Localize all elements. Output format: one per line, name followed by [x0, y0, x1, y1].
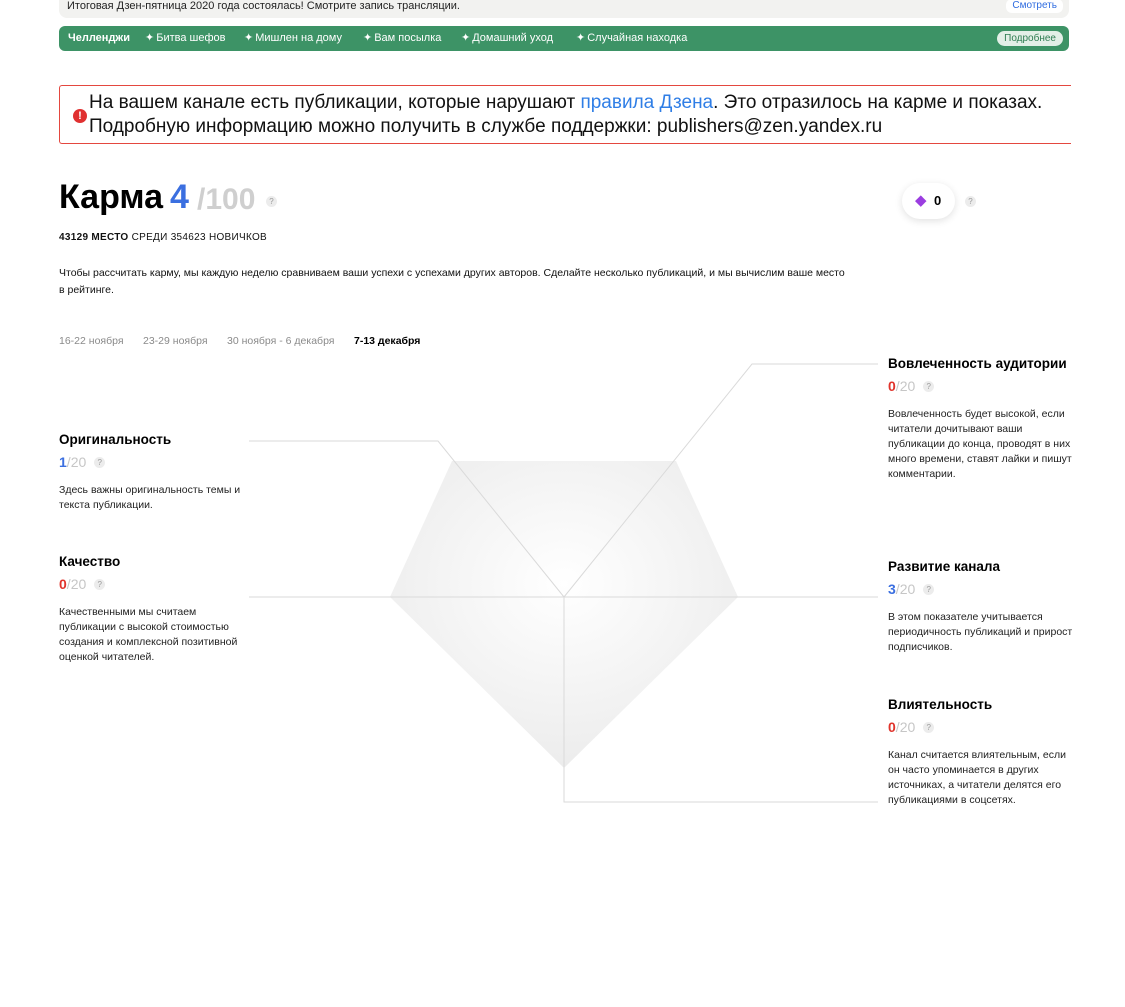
gems-count: 0 [934, 193, 942, 208]
watch-button[interactable]: Смотреть [1006, 0, 1063, 13]
week-tab-active[interactable]: 7-13 декабря [354, 335, 420, 347]
rating-place: 43129 МЕСТО СРЕДИ 354623 НОВИЧКОВ [59, 232, 268, 243]
metric-influence: Влиятельность 0/20? Канал считается влия… [888, 697, 1073, 808]
karma-title: Карма [59, 178, 164, 216]
metric-description: Канал считается влиятельным, если он час… [888, 749, 1066, 806]
rules-link[interactable]: правила Дзена [580, 92, 713, 113]
radar-pentagon [390, 461, 738, 768]
sparkle-icon: ✦ [461, 32, 471, 44]
gems-badge[interactable]: ◆ 0 [902, 183, 955, 219]
challenge-link[interactable]: ✦ Мишлен на дому [244, 26, 342, 51]
karma-value: 4 [170, 178, 189, 216]
radar-line-originality [249, 440, 565, 598]
karma-description: Чтобы рассчитать карму, мы каждую неделю… [59, 267, 845, 296]
metric-growth: Развитие канала 3/20? В этом показателе … [888, 559, 1073, 655]
alert-text: На вашем канале есть публикации, которые… [89, 92, 1043, 137]
metric-quality: Качество 0/20? Качественными мы считаем … [59, 554, 244, 665]
help-icon[interactable]: ? [94, 457, 106, 468]
metric-score: 3/20? [888, 581, 1073, 597]
announcement-banner: Итоговая Дзен-пятница 2020 года состояла… [59, 0, 1069, 18]
diamond-icon: ◆ [915, 192, 927, 209]
karma-page: Итоговая Дзен-пятница 2020 года состояла… [0, 0, 1125, 1007]
week-tab[interactable]: 23-29 ноября [143, 335, 208, 347]
metric-title: Развитие канала [888, 559, 1000, 574]
challenges-bar: Челленджи ✦ Битва шефов ✦ Мишлен на дому ✦… [59, 26, 1069, 51]
metric-engagement: Вовлеченность аудитории 0/20? Вовлеченно… [888, 356, 1073, 482]
violation-alert: ! На вашем канале есть публикации, котор… [59, 85, 1071, 144]
help-icon[interactable]: ? [923, 381, 935, 392]
metric-description: В этом показателе учитывается периодично… [888, 611, 1073, 653]
metric-title: Оригинальность [59, 432, 172, 447]
sparkle-icon: ✦ [363, 32, 373, 44]
radar-line-engagement [563, 363, 878, 598]
challenge-link[interactable]: ✦ Случайная находка [576, 26, 687, 51]
metric-description: Качественными мы считаем публикации с вы… [59, 606, 238, 663]
exclamation-icon: ! [73, 109, 87, 123]
metric-score: 0/20? [888, 719, 1073, 735]
metric-title: Вовлеченность аудитории [888, 356, 1067, 371]
metric-score: 1/20? [59, 454, 244, 470]
sparkle-icon: ✦ [576, 32, 586, 44]
help-icon[interactable]: ? [923, 584, 935, 595]
sparkle-icon: ✦ [244, 32, 254, 44]
metric-title: Влиятельность [888, 697, 993, 712]
help-icon[interactable]: ? [923, 722, 935, 733]
metric-description: Здесь важны оригинальность темы и текста… [59, 484, 241, 511]
metric-score: 0/20? [888, 378, 1073, 394]
help-icon[interactable]: ? [94, 579, 106, 590]
metric-title: Качество [59, 554, 121, 569]
metric-description: Вовлеченность будет высокой, если читате… [888, 408, 1072, 480]
karma-max: /100 [197, 183, 256, 216]
help-icon[interactable]: ? [266, 196, 277, 207]
metric-score: 0/20? [59, 576, 244, 592]
challenges-title: Челленджи [68, 32, 130, 44]
week-tab[interactable]: 30 ноября - 6 декабря [227, 335, 334, 347]
week-tab[interactable]: 16-22 ноября [59, 335, 124, 347]
help-icon[interactable]: ? [965, 196, 976, 207]
challenge-link[interactable]: ✦ Вам посылка [363, 26, 441, 51]
challenge-link[interactable]: ✦ Домашний уход [461, 26, 553, 51]
radar-line-influence [563, 597, 878, 803]
announcement-text: Итоговая Дзен-пятница 2020 года состояла… [67, 0, 460, 12]
challenges-more-button[interactable]: Подробнее [997, 31, 1063, 46]
challenge-link[interactable]: ✦ Битва шефов [145, 26, 225, 51]
sparkle-icon: ✦ [145, 32, 155, 44]
metric-originality: Оригинальность 1/20? Здесь важны оригина… [59, 432, 244, 513]
